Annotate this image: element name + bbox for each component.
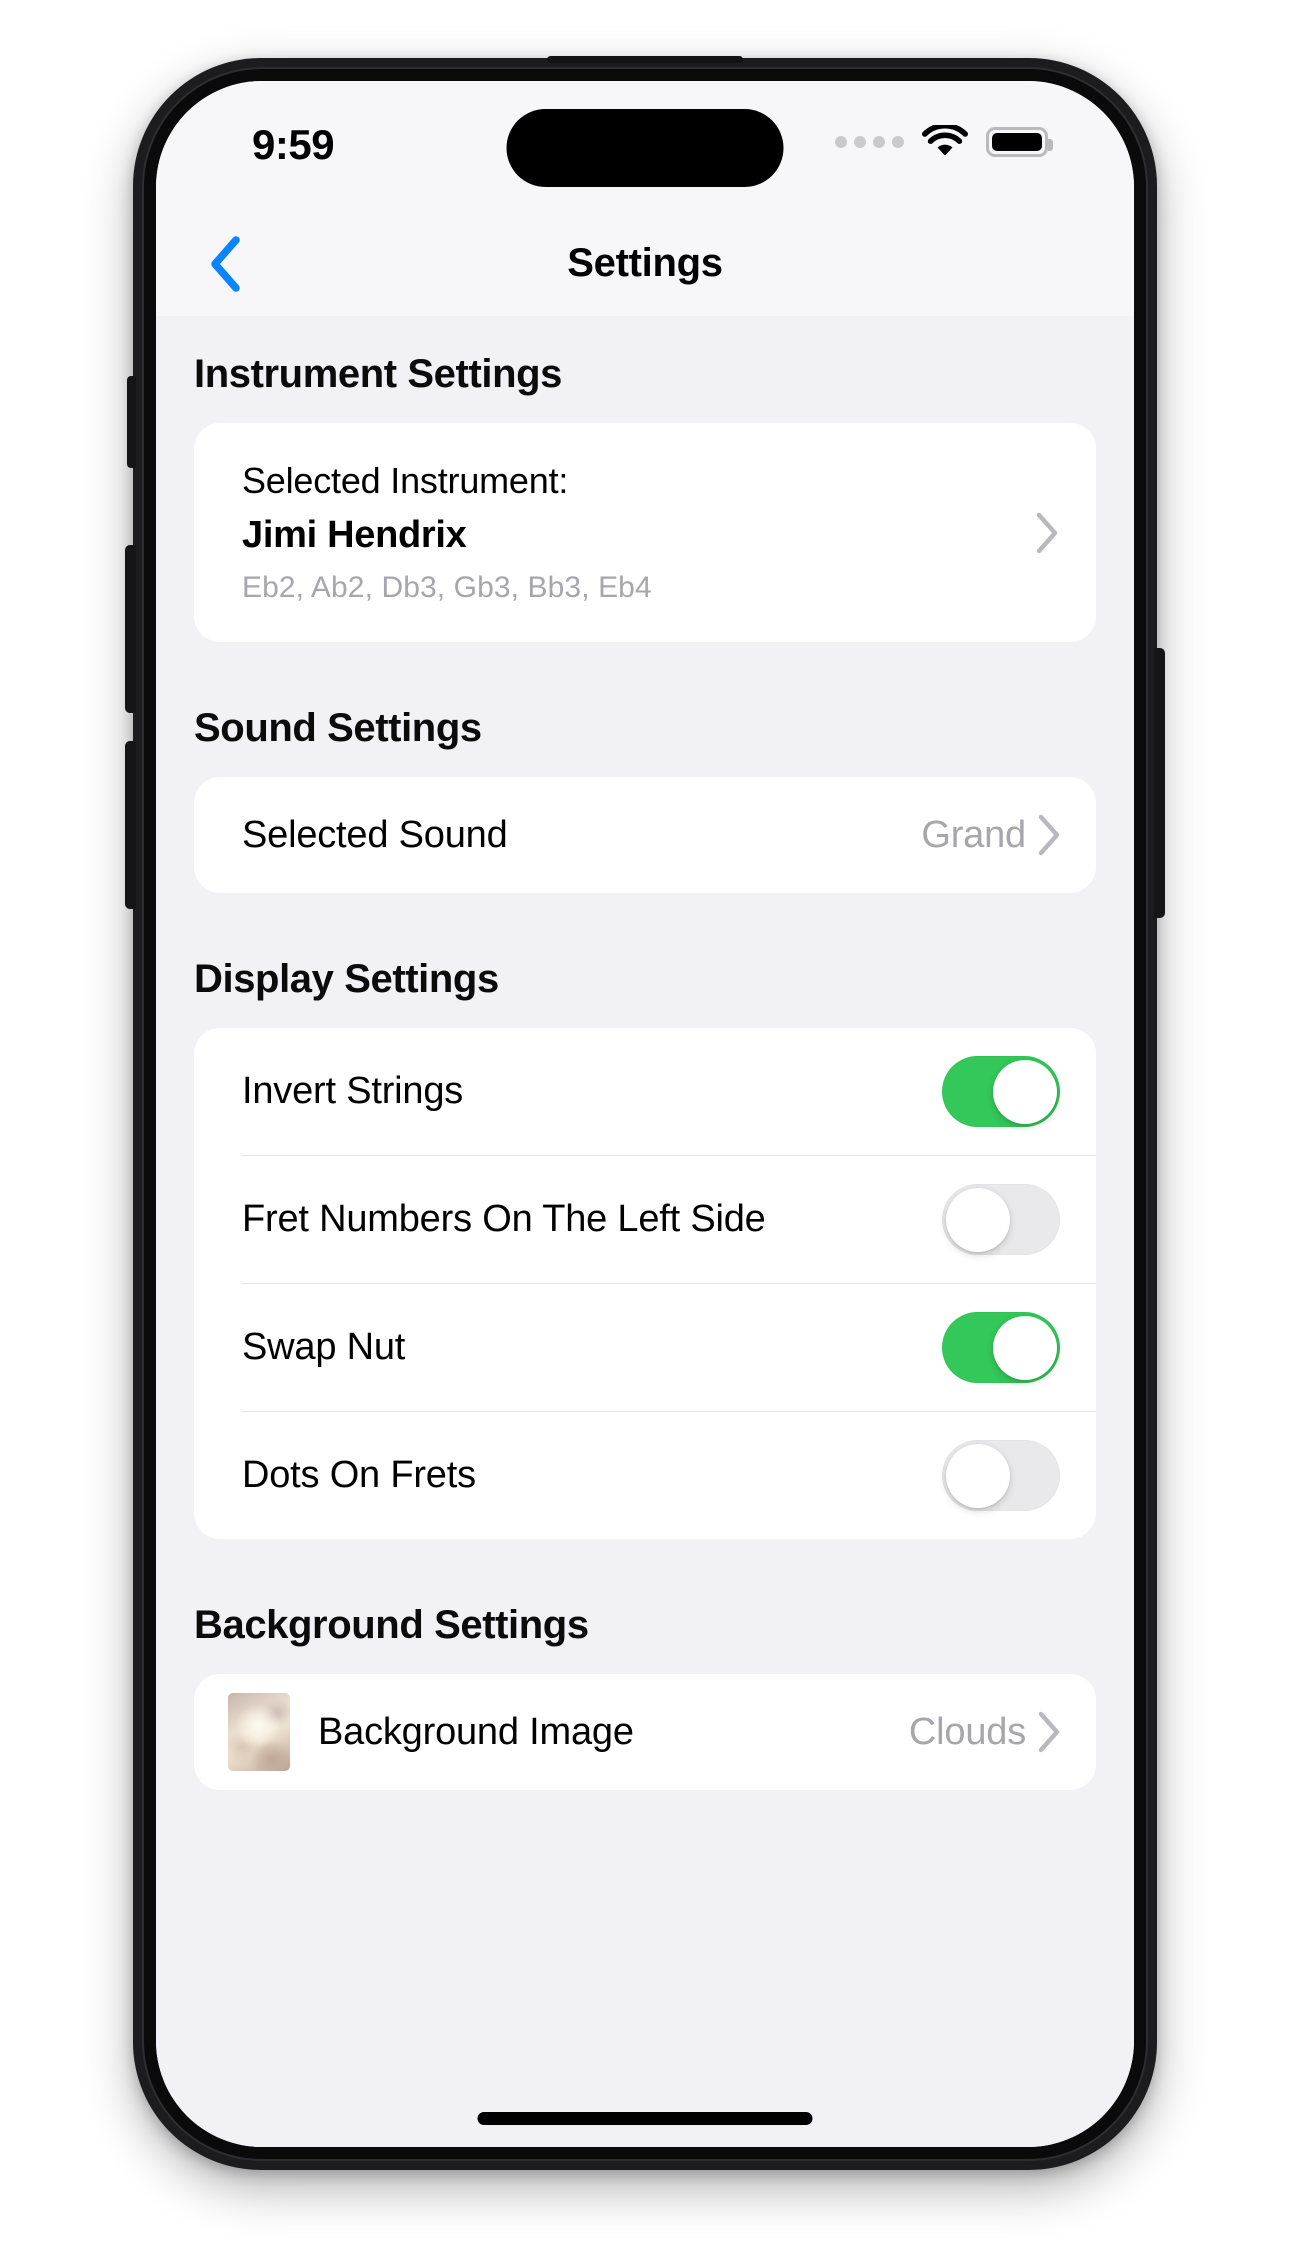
display-card: Invert Strings Fret Numbers On The Left … — [194, 1028, 1096, 1540]
screenshot-root: 9:59 Settings Instrument Settings Select… — [0, 0, 1290, 2266]
selected-instrument-name: Jimi Hendrix — [242, 513, 467, 556]
battery-full-icon — [986, 127, 1053, 157]
navigation-bar: Settings — [156, 211, 1134, 316]
status-bar-time: 9:59 — [252, 121, 335, 168]
toggle-row-fret-numbers-left[interactable]: Fret Numbers On The Left Side — [194, 1156, 1096, 1283]
selected-sound-label: Selected Sound — [242, 813, 508, 856]
selected-sound-row[interactable]: Selected Sound Grand — [194, 777, 1096, 893]
phone-screen: 9:59 Settings Instrument Settings Select… — [156, 81, 1134, 2147]
earpiece-speaker — [547, 56, 743, 63]
wifi-icon — [922, 125, 968, 159]
chevron-right-icon — [1036, 512, 1058, 553]
settings-content: Instrument Settings Selected Instrument:… — [156, 316, 1134, 2147]
volume-up-button[interactable] — [125, 545, 136, 713]
section-header-background: Background Settings — [194, 1603, 589, 1648]
toggle-knob — [945, 1187, 1010, 1252]
selected-instrument-row[interactable]: Selected Instrument: Jimi Hendrix Eb2, A… — [194, 423, 1096, 642]
instrument-card: Selected Instrument: Jimi Hendrix Eb2, A… — [194, 423, 1096, 643]
toggle-knob — [945, 1443, 1010, 1508]
sound-card: Selected Sound Grand — [194, 777, 1096, 894]
page-title: Settings — [567, 241, 723, 285]
power-button[interactable] — [1154, 648, 1165, 918]
toggle-label-dots-on-frets: Dots On Frets — [242, 1454, 476, 1497]
selected-sound-value: Grand — [921, 813, 1026, 856]
toggle-switch-swap-nut[interactable] — [942, 1312, 1060, 1384]
cellular-dots-icon — [835, 136, 904, 148]
toggle-row-dots-on-frets[interactable]: Dots On Frets — [194, 1412, 1096, 1539]
toggle-knob — [992, 1059, 1057, 1124]
section-header-sound: Sound Settings — [194, 706, 482, 751]
toggle-label-swap-nut: Swap Nut — [242, 1326, 406, 1369]
section-header-display: Display Settings — [194, 957, 499, 1002]
toggle-row-invert-strings[interactable]: Invert Strings — [194, 1028, 1096, 1155]
back-button[interactable] — [186, 225, 264, 303]
chevron-right-icon — [1038, 1712, 1060, 1753]
toggle-knob — [992, 1315, 1057, 1380]
selected-instrument-tuning: Eb2, Ab2, Db3, Gb3, Bb3, Eb4 — [242, 570, 652, 604]
toggle-switch-invert-strings[interactable] — [942, 1056, 1060, 1128]
toggle-switch-fret-numbers-left[interactable] — [942, 1184, 1060, 1256]
iphone-device-frame: 9:59 Settings Instrument Settings Select… — [125, 56, 1165, 2170]
background-card: Background Image Clouds — [194, 1674, 1096, 1791]
toggle-label-fret-numbers-left: Fret Numbers On The Left Side — [242, 1198, 766, 1241]
background-image-label: Background Image — [318, 1710, 634, 1753]
volume-down-button[interactable] — [125, 741, 136, 909]
toggle-switch-dots-on-frets[interactable] — [942, 1440, 1060, 1512]
background-image-value: Clouds — [908, 1710, 1026, 1753]
section-header-instrument: Instrument Settings — [194, 352, 562, 396]
toggle-row-swap-nut[interactable]: Swap Nut — [194, 1284, 1096, 1411]
toggle-label-invert-strings: Invert Strings — [242, 1070, 464, 1113]
home-indicator-bar[interactable] — [477, 2112, 813, 2125]
status-bar: 9:59 — [156, 81, 1134, 211]
status-bar-indicators — [835, 121, 1053, 163]
chevron-right-icon — [1038, 815, 1060, 856]
background-image-row[interactable]: Background Image Clouds — [194, 1674, 1096, 1790]
instrument-texts: Selected Instrument: Jimi Hendrix Eb2, A… — [242, 457, 1034, 608]
chevron-left-icon — [211, 235, 240, 292]
clouds-thumbnail-image — [228, 1693, 290, 1772]
dynamic-island — [506, 109, 784, 187]
selected-instrument-label: Selected Instrument: — [242, 460, 569, 501]
action-button[interactable] — [127, 376, 136, 468]
